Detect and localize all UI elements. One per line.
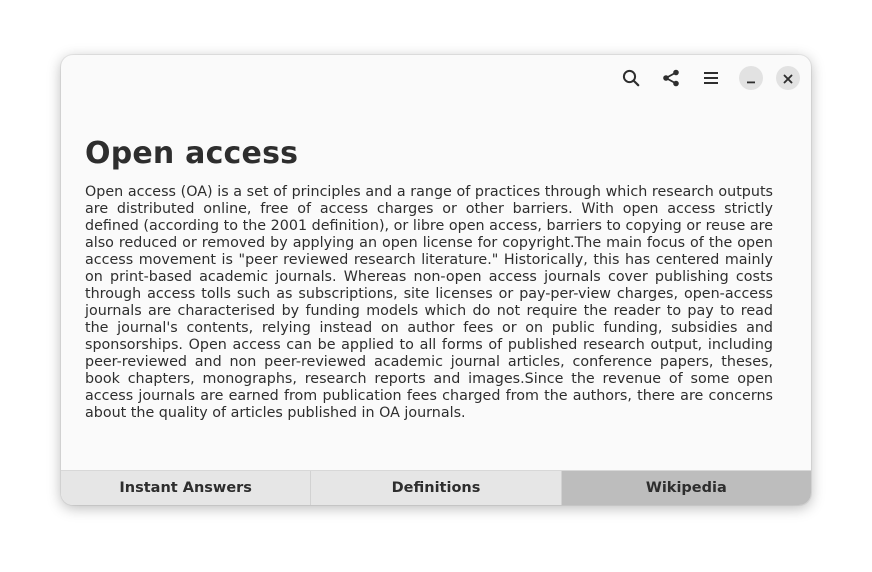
- app-window: Open access Open access (OA) is a set of…: [61, 55, 811, 505]
- share-icon: [662, 69, 680, 87]
- minimize-button[interactable]: [739, 66, 763, 90]
- article-content: Open access Open access (OA) is a set of…: [85, 135, 773, 422]
- share-button[interactable]: [656, 63, 686, 93]
- tab-instant-answers[interactable]: Instant Answers: [61, 471, 312, 505]
- search-button[interactable]: [616, 63, 646, 93]
- article-body: Open access (OA) is a set of principles …: [85, 184, 773, 421]
- hamburger-menu-icon: [703, 70, 719, 86]
- tab-definitions[interactable]: Definitions: [311, 471, 562, 505]
- tab-wikipedia[interactable]: Wikipedia: [561, 471, 811, 505]
- main-menu-button[interactable]: [696, 63, 726, 93]
- source-tab-bar: Instant Answers Definitions Wikipedia: [61, 470, 811, 505]
- close-icon: [783, 69, 793, 88]
- minimize-icon: [746, 69, 756, 88]
- article-title: Open access: [85, 136, 299, 171]
- close-button[interactable]: [776, 66, 800, 90]
- search-icon: [622, 69, 640, 87]
- header-bar: [61, 55, 811, 101]
